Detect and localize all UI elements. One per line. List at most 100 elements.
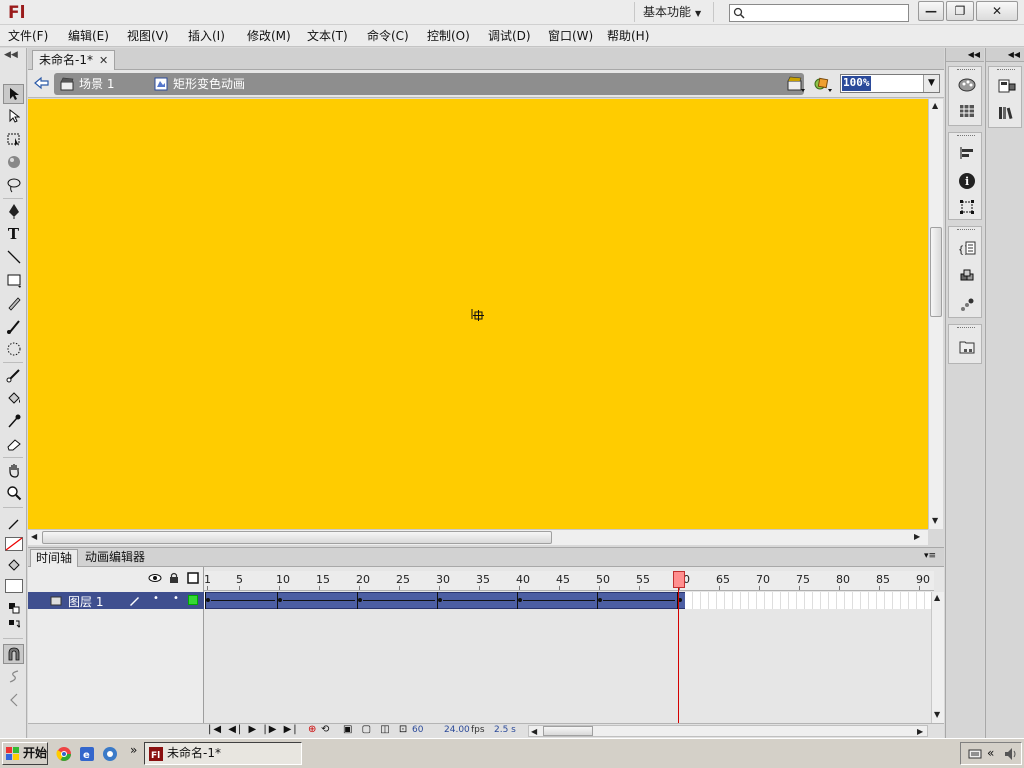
info-panel-icon[interactable]: i xyxy=(957,171,977,191)
3d-rotation-tool[interactable] xyxy=(3,152,24,172)
bone-tool[interactable] xyxy=(3,365,24,385)
actions-panel-icon[interactable]: {} xyxy=(957,239,977,259)
lock-dot-icon[interactable]: • xyxy=(173,593,179,604)
back-arrow-icon[interactable] xyxy=(34,76,50,90)
components-panel-icon[interactable] xyxy=(957,267,977,287)
current-frame-readout[interactable]: 60 xyxy=(412,725,423,735)
visibility-dot-icon[interactable]: • xyxy=(153,593,159,604)
grip-icon[interactable] xyxy=(957,327,975,330)
menu-edit[interactable]: 编辑(E) xyxy=(68,27,109,45)
breadcrumb-scene[interactable]: 场景 1 xyxy=(60,76,114,92)
zoom-select[interactable]: 100% ▼ xyxy=(840,74,940,93)
hand-tool[interactable] xyxy=(3,460,24,480)
smooth-button[interactable] xyxy=(3,667,24,687)
menu-modify[interactable]: 修改(M) xyxy=(247,27,291,45)
fps-readout[interactable]: 24.00 xyxy=(444,725,470,735)
workspace-switcher[interactable]: 基本功能 ▼ xyxy=(634,2,714,22)
menu-debug[interactable]: 调试(D) xyxy=(488,27,531,45)
menu-file[interactable]: 文件(F) xyxy=(8,27,48,45)
playback-controls[interactable]: |◀ ◀| ▶ |▶ ▶| xyxy=(208,724,299,735)
breadcrumb-symbol[interactable]: 矩形变色动画 xyxy=(154,76,245,92)
library-panel-icon[interactable] xyxy=(997,103,1017,123)
restore-button[interactable]: ❐ xyxy=(946,1,974,21)
grip-icon[interactable] xyxy=(957,135,975,138)
scroll-right-icon[interactable]: ▶ xyxy=(917,727,923,736)
scroll-thumb[interactable] xyxy=(543,726,593,736)
scroll-left-icon[interactable]: ◀ xyxy=(531,727,537,736)
rectangle-tool[interactable] xyxy=(3,270,24,290)
quick-launch-more-icon[interactable]: » xyxy=(130,743,137,757)
settings-gear-icon[interactable] xyxy=(102,746,118,762)
eye-icon[interactable] xyxy=(148,573,162,583)
tab-motion-editor[interactable]: 动画编辑器 xyxy=(80,549,150,567)
keyframe-40[interactable] xyxy=(518,598,522,602)
straighten-button[interactable] xyxy=(3,690,24,710)
taskbar-flash-window[interactable]: Fl 未命名-1* xyxy=(144,742,302,765)
layer-row[interactable]: 图层 1 • • xyxy=(28,592,204,609)
tab-timeline[interactable]: 时间轴 xyxy=(30,549,79,567)
edit-scene-icon[interactable] xyxy=(786,75,806,93)
layer-color-swatch[interactable] xyxy=(188,595,198,605)
timeline-horizontal-scrollbar[interactable]: ◀ ▶ xyxy=(528,725,928,737)
panel-menu-icon[interactable]: ▾≡ xyxy=(924,551,936,561)
close-tab-icon[interactable]: ✕ xyxy=(99,54,108,67)
scroll-down-icon[interactable]: ▼ xyxy=(932,516,938,525)
zoom-tool[interactable] xyxy=(3,483,24,503)
menu-help[interactable]: 帮助(H) xyxy=(607,27,649,45)
scroll-down-icon[interactable]: ▼ xyxy=(934,710,940,719)
menu-control[interactable]: 控制(O) xyxy=(427,27,470,45)
properties-panel-icon[interactable] xyxy=(997,76,1017,96)
empty-frames[interactable] xyxy=(685,592,931,609)
pencil-tool[interactable] xyxy=(3,293,24,313)
chevron-down-icon[interactable]: ▼ xyxy=(923,75,939,92)
close-button[interactable]: ✕ xyxy=(976,1,1018,21)
help-search-input[interactable] xyxy=(729,4,909,22)
keyframe-30[interactable] xyxy=(438,598,442,602)
keyframe-20[interactable] xyxy=(358,598,362,602)
chrome-icon[interactable] xyxy=(56,746,72,762)
lasso-tool[interactable] xyxy=(3,175,24,195)
stroke-color-tool[interactable] xyxy=(3,514,24,534)
menu-window[interactable]: 窗口(W) xyxy=(548,27,593,45)
scroll-up-icon[interactable]: ▲ xyxy=(932,101,938,110)
elapsed-time-readout[interactable]: 2.5 s xyxy=(494,725,516,735)
keyframe-50[interactable] xyxy=(598,598,602,602)
eyedropper-tool[interactable] xyxy=(3,411,24,431)
lock-icon[interactable] xyxy=(168,572,180,584)
start-button[interactable]: 开始 xyxy=(2,742,48,765)
transform-panel-icon[interactable] xyxy=(957,197,977,217)
loop-icon[interactable]: ⟲ xyxy=(321,724,329,735)
ie-icon[interactable]: e xyxy=(79,746,95,762)
menu-insert[interactable]: 插入(I) xyxy=(188,27,225,45)
timeline-scrollbar[interactable]: ▲ ▼ xyxy=(931,592,944,723)
grip-icon[interactable] xyxy=(997,69,1015,72)
grip-icon[interactable] xyxy=(957,69,975,72)
pen-tool[interactable] xyxy=(3,201,24,221)
line-tool[interactable] xyxy=(3,247,24,267)
fill-color-tool[interactable] xyxy=(3,555,24,575)
dock-collapse-icon[interactable]: ◀◀ xyxy=(986,48,1024,62)
stroke-color-swatch[interactable] xyxy=(3,534,24,554)
stage[interactable] xyxy=(28,99,928,529)
keyframe-10[interactable] xyxy=(278,598,282,602)
scroll-left-icon[interactable]: ◀ xyxy=(31,532,37,541)
deco-tool[interactable] xyxy=(3,339,24,359)
collapse-icon[interactable]: ◀◀ xyxy=(4,50,18,60)
menu-view[interactable]: 视图(V) xyxy=(127,27,169,45)
menu-text[interactable]: 文本(T) xyxy=(307,27,348,45)
onion-skin-buttons[interactable]: ▣ ▢ ◫ ⊡ xyxy=(343,724,410,735)
edit-symbols-icon[interactable] xyxy=(813,75,833,93)
scroll-up-icon[interactable]: ▲ xyxy=(934,593,940,602)
keyframe-1[interactable] xyxy=(206,598,210,602)
frame-ruler[interactable]: 151015202530354045505560657075808590 xyxy=(204,571,934,591)
scroll-thumb[interactable] xyxy=(930,227,942,317)
subselection-tool[interactable] xyxy=(3,106,24,126)
scroll-right-icon[interactable]: ▶ xyxy=(914,532,920,541)
dock-collapse-icon[interactable]: ◀◀ xyxy=(946,48,984,62)
swatches-panel-icon[interactable] xyxy=(957,101,977,121)
layer-frames[interactable] xyxy=(204,592,934,609)
scroll-thumb[interactable] xyxy=(42,531,552,544)
document-tab[interactable]: 未命名-1* ✕ xyxy=(32,50,116,70)
text-tool[interactable]: T xyxy=(3,224,24,244)
color-panel-icon[interactable] xyxy=(957,75,977,95)
